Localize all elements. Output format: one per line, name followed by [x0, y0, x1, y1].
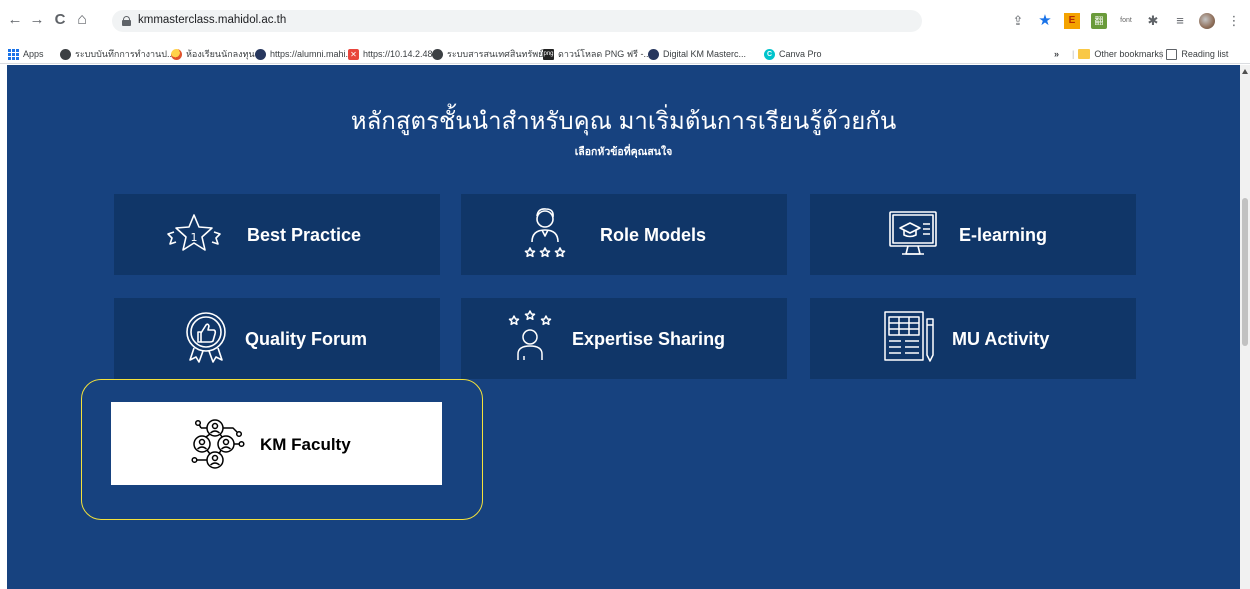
- browser-toolbar: ← → C ⌂ kmmasterclass.mahidol.ac.th ⇪ ★ …: [0, 0, 1250, 44]
- bookmark-item[interactable]: png ดาวน์โหลด PNG ฟรี -...: [543, 47, 651, 61]
- red-x-icon: ✕: [348, 48, 359, 60]
- bookmark-item[interactable]: C Canva Pro: [764, 47, 822, 61]
- apps-grid-icon: [8, 48, 19, 60]
- bookmark-other-bookmarks[interactable]: | Other bookmarks: [1072, 47, 1163, 61]
- card-label: Expertise Sharing: [572, 329, 726, 349]
- url-text: kmmasterclass.mahidol.ac.th: [138, 14, 287, 26]
- card-label: Quality Forum: [245, 329, 368, 349]
- bookmark-reading-list[interactable]: | Reading list: [1160, 47, 1228, 61]
- address-bar[interactable]: kmmasterclass.mahidol.ac.th: [112, 10, 922, 32]
- scroll-up-arrow-icon[interactable]: [1242, 69, 1248, 74]
- bookmark-apps[interactable]: Apps: [8, 47, 44, 61]
- card-label: E-learning: [959, 225, 1048, 245]
- alumni-icon: [255, 48, 266, 60]
- network-people-icon: [189, 414, 245, 470]
- km-icon: [648, 48, 659, 60]
- card-quality-forum[interactable]: Quality Forum: [114, 298, 440, 379]
- extension-icon[interactable]: E: [1064, 13, 1080, 29]
- bookmark-item[interactable]: ระบบบันทึกการทำงานป...: [60, 47, 174, 61]
- bookmark-item[interactable]: https://alumni.mahi...: [255, 47, 353, 61]
- card-mu-activity[interactable]: MU Activity: [810, 298, 1136, 379]
- calendar-document-icon: [881, 309, 937, 365]
- globe-icon: [60, 48, 71, 60]
- home-icon[interactable]: ⌂: [73, 11, 91, 29]
- reading-list-icon: [1166, 48, 1178, 60]
- thumbs-up-badge-icon: [178, 308, 234, 364]
- card-label: Role Models: [600, 225, 707, 245]
- bookmark-item[interactable]: ระบบสารสนเทศสินทรัพย์ถา: [432, 47, 554, 61]
- bookmarks-bar: Apps ระบบบันทึกการทำงานป... ห้องเรียนนัก…: [0, 44, 1250, 64]
- vertical-scrollbar[interactable]: [1240, 65, 1250, 589]
- svg-text:1: 1: [191, 231, 198, 244]
- card-role-models[interactable]: Role Models: [461, 194, 787, 275]
- folder-icon: [1078, 49, 1091, 59]
- back-arrow-icon[interactable]: ←: [6, 11, 24, 29]
- globe-icon: [432, 48, 443, 60]
- card-label: MU Activity: [952, 329, 1050, 349]
- card-label: Best Practice: [247, 225, 362, 245]
- expert-stars-icon: [502, 310, 558, 366]
- scroll-thumb[interactable]: [1242, 198, 1248, 346]
- page-headline: หลักสูตรชั้นนำสำหรับคุณ มาเริ่มต้นการเรี…: [350, 108, 897, 135]
- forward-arrow-icon[interactable]: →: [28, 11, 46, 29]
- card-e-learning[interactable]: E-learning: [810, 194, 1136, 275]
- investor-class-icon: [171, 48, 182, 60]
- reload-icon[interactable]: C: [51, 11, 69, 29]
- font-extension-icon[interactable]: font: [1118, 13, 1134, 29]
- extension-icon[interactable]: 翻: [1091, 13, 1107, 29]
- page-subline: เลือกหัวข้อที่คุณสนใจ: [574, 146, 673, 158]
- profile-avatar[interactable]: [1199, 13, 1215, 29]
- role-model-person-icon: [518, 204, 574, 260]
- bookmarks-overflow[interactable]: »: [1054, 47, 1059, 61]
- award-star-icon: 1: [166, 207, 222, 263]
- card-best-practice[interactable]: 1 Best Practice: [114, 194, 440, 275]
- lock-icon: [122, 16, 131, 26]
- bookmark-item[interactable]: ห้องเรียนนักลงทุน: [171, 47, 255, 61]
- kebab-menu-icon[interactable]: ⋮: [1226, 13, 1242, 29]
- puzzle-extensions-icon[interactable]: ✱: [1145, 13, 1161, 29]
- canva-icon: C: [764, 48, 775, 60]
- bookmark-star-icon[interactable]: ★: [1037, 13, 1053, 29]
- e-learning-monitor-icon: [886, 206, 942, 262]
- card-expertise-sharing[interactable]: Expertise Sharing: [461, 298, 787, 379]
- png-icon: png: [543, 48, 554, 60]
- share-icon[interactable]: ⇪: [1010, 13, 1026, 29]
- bookmark-item[interactable]: Digital KM Masterc...: [648, 47, 746, 61]
- reading-list-icon[interactable]: ≡: [1172, 13, 1188, 29]
- card-label: KM Faculty: [260, 435, 351, 454]
- card-km-faculty[interactable]: KM Faculty: [111, 402, 442, 485]
- page-content: หลักสูตรชั้นนำสำหรับคุณ มาเริ่มต้นการเรี…: [7, 65, 1240, 589]
- bookmark-item[interactable]: ✕ https://10.14.2.48: [348, 47, 433, 61]
